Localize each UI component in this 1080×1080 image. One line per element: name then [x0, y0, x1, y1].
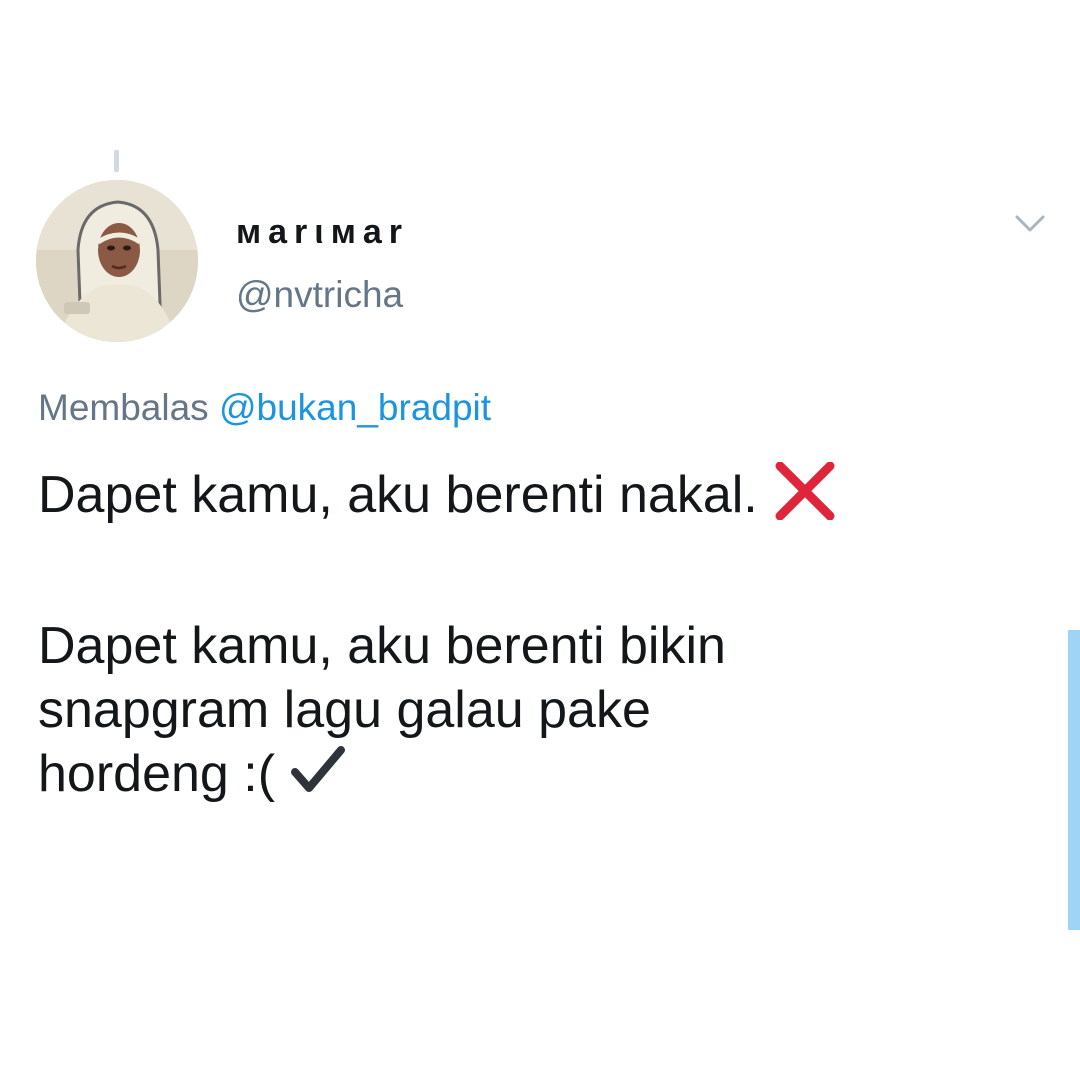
reply-context: Membalas @bukan_bradpit — [38, 386, 491, 430]
tweet-line-4: hordeng :( — [38, 742, 1038, 806]
chevron-down-icon[interactable] — [1013, 212, 1047, 236]
tweet-line-4-text: hordeng :( — [38, 745, 276, 804]
thread-connector-line — [114, 150, 119, 172]
tweet-body: Dapet kamu, aku berenti nakal. Dapet kam… — [38, 461, 1038, 806]
tweet-line-3: snapgram lagu galau pake — [38, 678, 1038, 742]
cross-mark-icon — [772, 461, 838, 535]
tweet-line-2-text: Dapet kamu, aku berenti bikin — [38, 617, 726, 675]
tweet-screenshot: мarιмar @nvtricha Membalas @bukan_bradpi… — [0, 0, 1080, 1080]
reply-mention-link[interactable]: @bukan_bradpit — [219, 387, 491, 428]
avatar[interactable] — [36, 180, 198, 342]
user-handle[interactable]: @nvtricha — [236, 273, 403, 317]
avatar-image — [36, 180, 198, 342]
display-name[interactable]: мarιмar — [236, 212, 409, 252]
tweet-line-2: Dapet kamu, aku berenti bikin — [38, 614, 1038, 678]
tweet-line-1: Dapet kamu, aku berenti nakal. — [38, 461, 1038, 526]
tweet-line-3-text: snapgram lagu galau pake — [38, 681, 651, 739]
scrollbar[interactable] — [1068, 630, 1080, 930]
tweet-line-1-text: Dapet kamu, aku berenti nakal. — [38, 466, 758, 525]
check-mark-icon — [289, 742, 347, 813]
reply-prefix: Membalas — [38, 387, 209, 428]
